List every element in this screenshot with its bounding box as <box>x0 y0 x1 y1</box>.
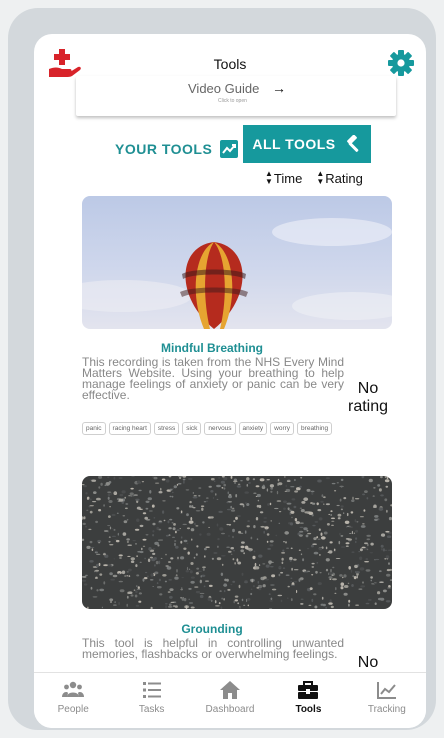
sort-by-time[interactable]: ▲ ▼ Time <box>265 170 302 186</box>
chart-icon <box>376 682 396 699</box>
gear-icon[interactable] <box>388 50 414 76</box>
nav-dashboard[interactable]: Dashboard <box>191 673 269 728</box>
video-guide-card[interactable]: Video Guide Click to open → <box>76 76 396 116</box>
tool-rating: No rating <box>347 380 389 415</box>
nav-tracking[interactable]: Tracking <box>348 673 426 728</box>
app-screen: Tools Video Guide Click to open → YOUR T… <box>34 34 426 728</box>
hammer-icon <box>346 135 359 152</box>
tag[interactable]: panic <box>82 422 106 435</box>
hot-air-balloon-illustration <box>82 218 392 329</box>
tag[interactable]: breathing <box>297 422 333 435</box>
nav-label: People <box>57 704 89 715</box>
arrow-right-icon: → <box>272 80 286 96</box>
tool-title[interactable]: Mindful Breathing <box>82 341 342 355</box>
header: Tools Video Guide Click to open → <box>34 34 426 124</box>
tool-description: This tool is helpful in controlling unwa… <box>82 638 344 661</box>
your-tools-label: YOUR TOOLS <box>115 141 213 157</box>
home-icon <box>220 681 241 699</box>
tag[interactable]: anxiety <box>238 422 268 435</box>
sort-arrows-icon: ▲ ▼ <box>316 169 325 186</box>
tag[interactable]: racing heart <box>108 422 151 435</box>
tool-tags: panic racing heart stress sick nervous a… <box>82 422 342 435</box>
sort-rating-label: Rating <box>325 170 363 186</box>
video-guide-label: Video Guide <box>188 81 260 96</box>
sort-by-rating[interactable]: ▲ ▼ Rating <box>316 170 363 186</box>
people-icon <box>62 681 85 697</box>
trending-chart-icon <box>220 140 239 158</box>
nav-label: Tracking <box>367 704 406 715</box>
nav-label: Tools <box>295 704 322 715</box>
tag[interactable]: sick <box>182 422 202 435</box>
tag[interactable]: stress <box>153 422 180 435</box>
your-tools-tab[interactable]: YOUR TOOLS <box>115 138 239 160</box>
nav-label: Dashboard <box>205 704 255 715</box>
gravel-texture <box>82 476 392 609</box>
bottom-nav: People Tasks Dashboard Tools Tracking <box>34 672 426 728</box>
nav-tasks[interactable]: Tasks <box>112 673 190 728</box>
list-icon <box>142 682 161 698</box>
nav-people[interactable]: People <box>34 673 112 728</box>
tag[interactable]: worry <box>270 422 295 435</box>
sort-time-label: Time <box>273 170 303 186</box>
nav-label: Tasks <box>138 704 165 715</box>
tool-rating: No <box>357 654 379 671</box>
nav-tools[interactable]: Tools <box>269 673 347 728</box>
video-guide-hint: Click to open <box>218 98 247 104</box>
sort-arrows-icon: ▲ ▼ <box>265 169 273 186</box>
tool-description: This recording is taken from the NHS Eve… <box>82 355 344 402</box>
toolbox-icon <box>298 681 319 699</box>
device-frame: Tools Video Guide Click to open → YOUR T… <box>8 8 436 730</box>
all-tools-tab[interactable]: ALL TOOLS <box>243 125 371 163</box>
tag[interactable]: nervous <box>204 422 236 435</box>
all-tools-label: ALL TOOLS <box>252 136 336 152</box>
sort-options: ▲ ▼ Time ▲ ▼ Rating <box>265 170 363 186</box>
page-title: Tools <box>213 56 247 72</box>
mindful-breathing-image[interactable] <box>82 196 392 329</box>
tool-title[interactable]: Grounding <box>82 622 342 636</box>
grounding-image[interactable] <box>82 476 392 609</box>
